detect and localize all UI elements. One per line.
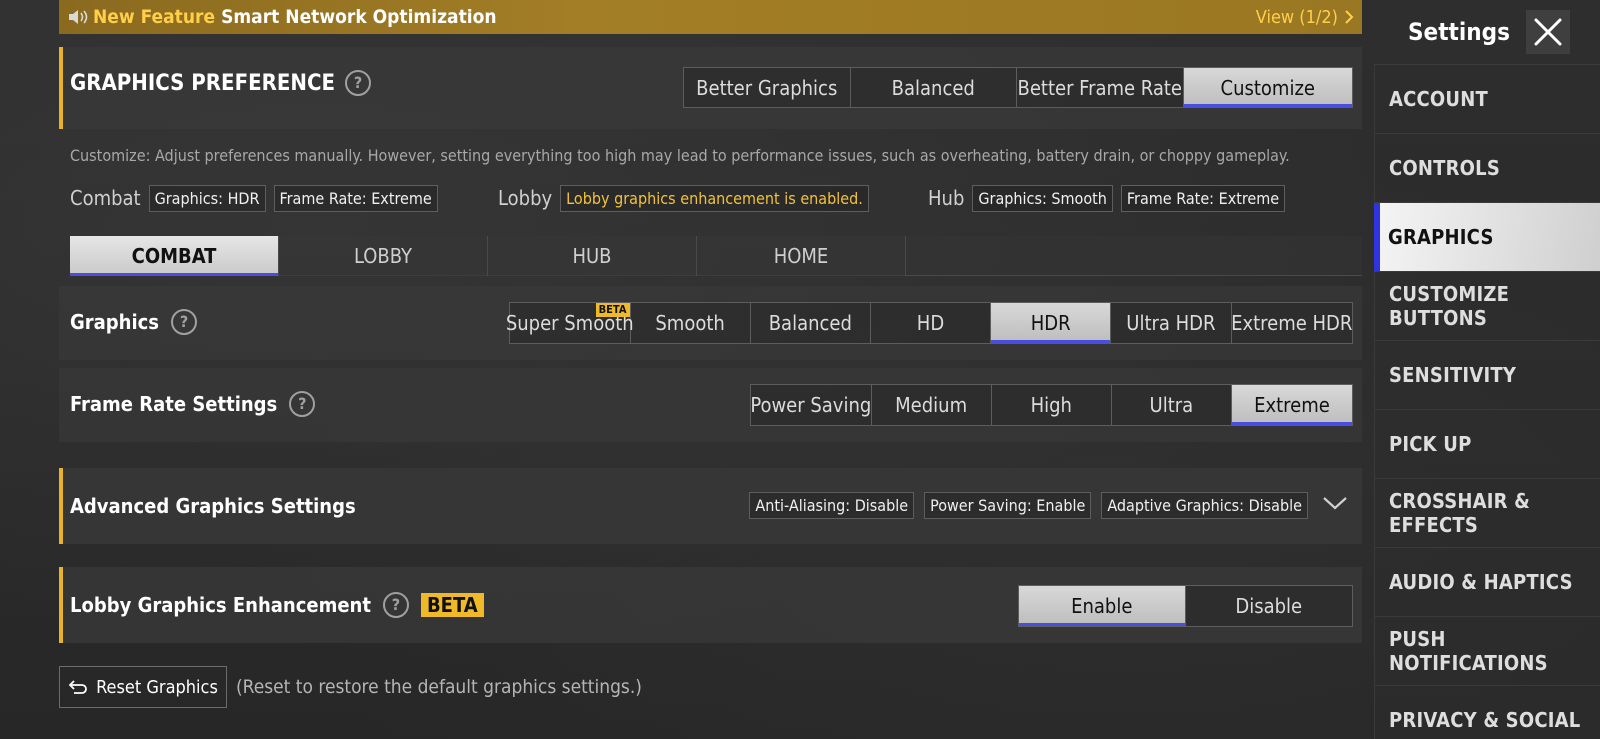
banner-title: Smart Network Optimization bbox=[221, 6, 497, 28]
reset-note: (Reset to restore the default graphics s… bbox=[236, 676, 642, 698]
tab-hub[interactable]: HUB bbox=[488, 236, 697, 276]
reset-graphics-label: Reset Graphics bbox=[96, 676, 218, 698]
reset-graphics-button[interactable]: Reset Graphics bbox=[59, 666, 227, 708]
preference-balanced[interactable]: Balanced bbox=[851, 68, 1017, 107]
beta-badge: BETA bbox=[595, 303, 630, 317]
sidebar-item-sensitivity[interactable]: SENSITIVITY bbox=[1374, 341, 1600, 410]
tab-combat[interactable]: COMBAT bbox=[70, 236, 279, 276]
speaker-icon bbox=[69, 10, 88, 24]
graphics-preference-heading: GRAPHICS PREFERENCE ? bbox=[70, 70, 371, 96]
frame-rate-high[interactable]: High bbox=[992, 385, 1112, 425]
sidebar-menu: ACCOUNT CONTROLS GRAPHICS CUSTOMIZE BUTT… bbox=[1374, 64, 1600, 739]
lobby-summary: Lobby Lobby graphics enhancement is enab… bbox=[498, 183, 869, 213]
mode-tabs: COMBAT LOBBY HUB HOME bbox=[70, 236, 1362, 276]
graphics-label: Graphics bbox=[70, 310, 160, 334]
graphics-smooth[interactable]: Smooth bbox=[631, 303, 751, 343]
lobby-enhancement-heading: Lobby Graphics Enhancement ? BETA bbox=[70, 592, 484, 618]
help-icon[interactable]: ? bbox=[289, 391, 316, 417]
announcement-banner[interactable]: New Feature Smart Network Optimization V… bbox=[59, 0, 1362, 34]
graphics-preference-title: GRAPHICS PREFERENCE bbox=[70, 70, 335, 96]
frame-rate-power-saving[interactable]: Power Saving bbox=[750, 385, 872, 425]
chevron-right-icon bbox=[1345, 10, 1354, 24]
advanced-graphics-label: Advanced Graphics Settings bbox=[70, 494, 356, 518]
lobby-summary-label: Lobby bbox=[498, 186, 553, 210]
graphics-hd[interactable]: HD bbox=[871, 303, 992, 343]
settings-sidebar: Settings ACCOUNT CONTROLS GRAPHICS CUSTO… bbox=[1374, 0, 1600, 739]
hub-summary-label: Hub bbox=[928, 186, 965, 210]
graphics-ultra-hdr[interactable]: Ultra HDR bbox=[1111, 303, 1232, 343]
tabs-filler bbox=[906, 236, 1362, 275]
lobby-disable[interactable]: Disable bbox=[1186, 586, 1353, 626]
banner-view-link[interactable]: View (1/2) bbox=[1256, 7, 1354, 28]
frame-rate-selector: Power Saving Medium High Ultra Extreme bbox=[750, 384, 1353, 426]
banner-new-feature: New Feature bbox=[93, 6, 216, 28]
sidebar-item-audio-haptics[interactable]: AUDIO & HAPTICS bbox=[1374, 548, 1600, 617]
frame-rate-row-heading: Frame Rate Settings ? bbox=[70, 391, 316, 417]
adaptive-graphics-tag: Adaptive Graphics: Disable bbox=[1101, 492, 1308, 519]
preference-description: Customize: Adjust preferences manually. … bbox=[70, 146, 1290, 165]
preference-better-frame-rate[interactable]: Better Frame Rate bbox=[1017, 68, 1184, 107]
frame-rate-medium[interactable]: Medium bbox=[872, 385, 992, 425]
sidebar-item-account[interactable]: ACCOUNT bbox=[1374, 65, 1600, 134]
banner-view-label: View (1/2) bbox=[1255, 6, 1338, 28]
graphics-quality-selector: Super Smooth BETA Smooth Balanced HD HDR… bbox=[506, 302, 1353, 344]
graphics-row-heading: Graphics ? bbox=[70, 309, 198, 335]
help-icon[interactable]: ? bbox=[171, 309, 198, 335]
help-icon[interactable]: ? bbox=[345, 70, 371, 96]
reset-icon bbox=[68, 680, 87, 694]
preference-customize[interactable]: Customize bbox=[1183, 68, 1352, 107]
anti-aliasing-tag: Anti-Aliasing: Disable bbox=[749, 492, 915, 519]
graphics-preference-selector: Better Graphics Balanced Better Frame Ra… bbox=[683, 67, 1353, 108]
graphics-super-smooth[interactable]: Super Smooth BETA bbox=[506, 303, 634, 343]
hub-frame-rate-tag: Frame Rate: Extreme bbox=[1120, 184, 1286, 212]
lobby-status-tag: Lobby graphics enhancement is enabled. bbox=[560, 184, 869, 212]
close-button[interactable] bbox=[1525, 10, 1570, 54]
graphics-hdr[interactable]: HDR bbox=[991, 303, 1112, 343]
sidebar-item-push-notifications[interactable]: PUSH NOTIFICATIONS bbox=[1374, 617, 1600, 686]
power-saving-tag: Power Saving: Enable bbox=[924, 492, 1092, 519]
sidebar-item-controls[interactable]: CONTROLS bbox=[1374, 134, 1600, 203]
tab-home[interactable]: HOME bbox=[697, 236, 906, 276]
chevron-down-icon[interactable] bbox=[1322, 495, 1348, 511]
graphics-balanced[interactable]: Balanced bbox=[751, 303, 871, 343]
lobby-enhancement-selector: Enable Disable bbox=[1018, 585, 1353, 627]
combat-summary: Combat Graphics: HDR Frame Rate: Extreme bbox=[70, 183, 438, 213]
sidebar-item-graphics[interactable]: GRAPHICS bbox=[1374, 203, 1600, 272]
sidebar-item-privacy-social[interactable]: PRIVACY & SOCIAL bbox=[1374, 686, 1600, 739]
combat-frame-rate-tag: Frame Rate: Extreme bbox=[273, 184, 438, 212]
advanced-tags: Anti-Aliasing: Disable Power Saving: Ena… bbox=[749, 492, 1308, 519]
lobby-enable[interactable]: Enable bbox=[1019, 586, 1186, 626]
sidebar-header: Settings bbox=[1374, 0, 1600, 64]
preference-better-graphics[interactable]: Better Graphics bbox=[684, 68, 851, 107]
beta-badge: BETA bbox=[420, 593, 484, 617]
help-icon[interactable]: ? bbox=[382, 592, 409, 618]
sidebar-item-pick-up[interactable]: PICK UP bbox=[1374, 410, 1600, 479]
lobby-enhancement-label: Lobby Graphics Enhancement bbox=[70, 593, 371, 617]
frame-rate-extreme[interactable]: Extreme bbox=[1231, 385, 1353, 425]
frame-rate-ultra[interactable]: Ultra bbox=[1112, 385, 1232, 425]
sidebar-item-crosshair-effects[interactable]: CROSSHAIR & EFFECTS bbox=[1374, 479, 1600, 548]
tab-lobby[interactable]: LOBBY bbox=[279, 236, 488, 276]
close-icon bbox=[1534, 18, 1562, 46]
sidebar-item-customize-buttons[interactable]: CUSTOMIZE BUTTONS bbox=[1374, 272, 1600, 341]
combat-summary-label: Combat bbox=[70, 186, 141, 210]
hub-graphics-tag: Graphics: Smooth bbox=[972, 184, 1113, 212]
frame-rate-label: Frame Rate Settings bbox=[70, 392, 278, 416]
combat-graphics-tag: Graphics: HDR bbox=[148, 184, 266, 212]
hub-summary: Hub Graphics: Smooth Frame Rate: Extreme bbox=[928, 183, 1286, 213]
settings-title: Settings bbox=[1408, 18, 1510, 46]
graphics-extreme-hdr[interactable]: Extreme HDR bbox=[1231, 303, 1352, 343]
